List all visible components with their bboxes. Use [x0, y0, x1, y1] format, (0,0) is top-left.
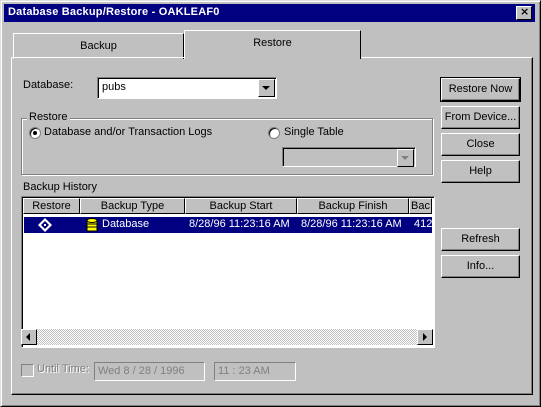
until-date-value: Wed 8 / 28 / 1996: [98, 365, 185, 377]
tab-restore[interactable]: Restore: [184, 30, 361, 59]
window-title: Database Backup/Restore - OAKLEAF0: [8, 6, 220, 18]
row-start: 8/28/96 11:23:16 AM: [189, 218, 290, 230]
until-time-checkbox: [21, 364, 34, 377]
arrow-right-icon: [423, 333, 427, 341]
until-time-label: Until Time:: [37, 363, 89, 375]
close-button[interactable]: Close: [441, 133, 520, 156]
restore-group-title: Restore: [27, 111, 70, 123]
row-type: Database: [102, 218, 150, 230]
horizontal-scrollbar[interactable]: [21, 329, 433, 345]
restore-now-button[interactable]: Restore Now: [440, 77, 521, 102]
col-backup-start[interactable]: Backup Start: [185, 198, 297, 214]
row-finish: 8/28/96 11:23:16 AM: [301, 218, 402, 230]
close-window-button[interactable]: ×: [516, 5, 532, 20]
chevron-down-icon: [397, 149, 414, 167]
until-time-value: 11 : 23 AM: [218, 365, 270, 377]
radio-logs[interactable]: [29, 127, 41, 139]
backup-history-label: Backup History: [23, 181, 97, 193]
col-restore[interactable]: Restore: [23, 198, 80, 214]
database-icon: [86, 218, 98, 232]
info-button[interactable]: Info...: [441, 255, 520, 278]
from-device-button[interactable]: From Device...: [441, 106, 520, 129]
close-icon: ×: [520, 5, 530, 18]
row-size: 412: [414, 218, 432, 230]
restore-dialog: Database Backup/Restore - OAKLEAF0 × Bac…: [0, 0, 541, 407]
radio-logs-label[interactable]: Database and/or Transaction Logs: [44, 126, 212, 138]
scroll-right-button[interactable]: [417, 329, 433, 345]
col-backup-finish[interactable]: Backup Finish: [297, 198, 409, 214]
table-combo: [282, 147, 416, 167]
col-size[interactable]: Bac: [409, 198, 432, 214]
backup-history-list[interactable]: Restore Backup Type Backup Start Backup …: [21, 196, 435, 348]
table-row[interactable]: Database 8/28/96 11:23:16 AM 8/28/96 11:…: [24, 217, 432, 233]
refresh-button[interactable]: Refresh: [441, 228, 520, 251]
database-value: pubs: [102, 81, 126, 93]
help-button[interactable]: Help: [441, 160, 520, 183]
until-time-field: 11 : 23 AM: [214, 362, 296, 381]
arrow-left-icon: [26, 333, 30, 341]
database-combo[interactable]: pubs: [97, 77, 277, 99]
radio-single-table-label[interactable]: Single Table: [284, 126, 344, 138]
until-date-field: Wed 8 / 28 / 1996: [94, 362, 205, 381]
restore-marker-icon: [38, 218, 52, 232]
database-label: Database:: [23, 79, 74, 91]
tab-backup[interactable]: Backup: [13, 33, 184, 59]
col-backup-type[interactable]: Backup Type: [80, 198, 185, 214]
chevron-down-icon[interactable]: [258, 79, 275, 97]
title-bar[interactable]: Database Backup/Restore - OAKLEAF0 ×: [4, 4, 535, 22]
scroll-left-button[interactable]: [21, 329, 37, 345]
scroll-track[interactable]: [37, 329, 417, 345]
radio-single-table[interactable]: [268, 127, 280, 139]
